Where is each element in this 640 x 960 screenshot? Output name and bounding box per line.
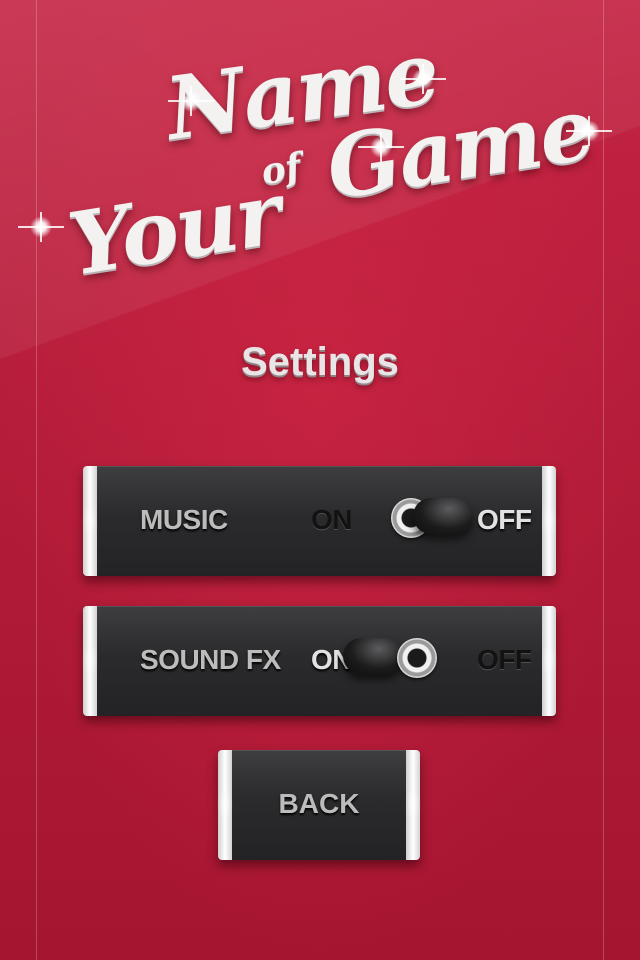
music-off-option[interactable]: OFF	[477, 504, 532, 536]
page-title: Settings	[241, 340, 399, 384]
panel-cap-left	[83, 466, 97, 576]
music-label: MUSIC	[140, 504, 228, 535]
toggle-pivot-icon	[397, 638, 437, 678]
music-on-option[interactable]: ON	[311, 504, 353, 536]
toggle-lever-icon	[343, 638, 403, 674]
sparkle-icon	[412, 68, 434, 90]
logo-word-of: of	[258, 145, 305, 194]
sparkle-icon	[30, 216, 52, 238]
sparkle-icon	[370, 136, 392, 158]
sparkle-icon	[180, 90, 202, 112]
back-button-label: BACK	[278, 788, 360, 819]
sound-fx-setting-panel: SOUND FX ON OFF	[83, 606, 556, 716]
game-logo: Name Game Your of	[0, 0, 640, 300]
sparkle-icon	[578, 120, 600, 142]
panel-cap-right	[542, 466, 556, 576]
music-toggle-switch[interactable]	[389, 492, 489, 548]
music-setting-panel: MUSIC ON OFF	[83, 466, 556, 576]
sound-fx-label: SOUND FX	[140, 644, 281, 675]
toggle-lever-icon	[413, 498, 473, 534]
logo-word-your: Your	[62, 162, 287, 296]
back-button[interactable]: BACK	[218, 750, 420, 860]
sound-fx-toggle-switch[interactable]	[343, 632, 443, 688]
panel-cap-right	[542, 606, 556, 716]
sound-fx-off-option[interactable]: OFF	[477, 644, 532, 676]
panel-cap-left	[83, 606, 97, 716]
